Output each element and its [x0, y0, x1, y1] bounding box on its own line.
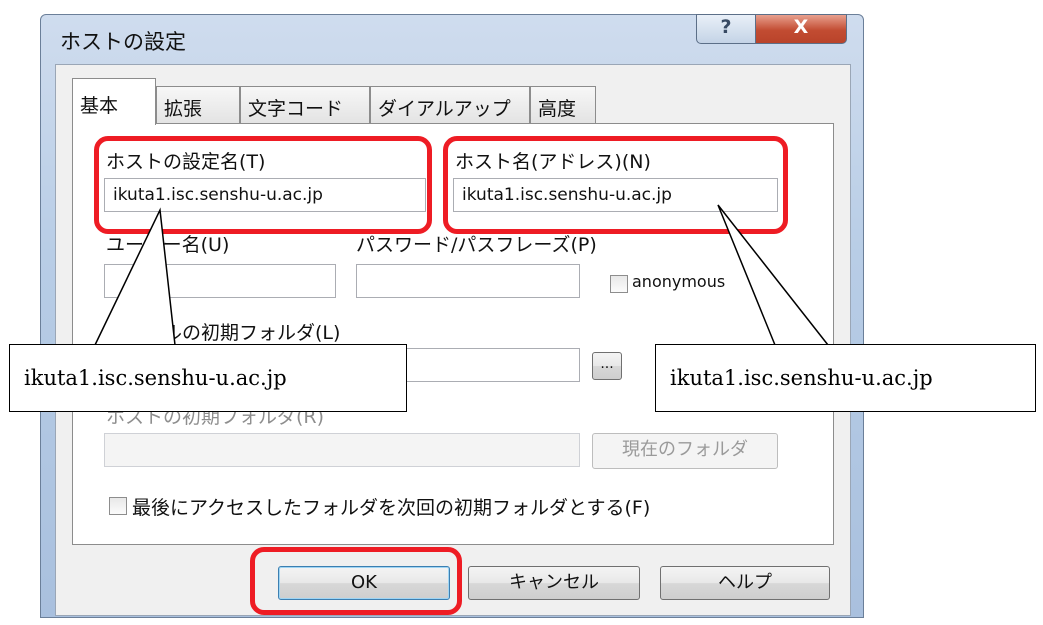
- left-callout: ikuta1.isc.senshu-u.ac.jp: [9, 344, 407, 412]
- callout-pointer-lines: [94, 204, 829, 346]
- left-callout-pointer: [94, 207, 176, 346]
- right-callout-pointer: [717, 204, 829, 346]
- right-callout: ikuta1.isc.senshu-u.ac.jp: [655, 344, 1036, 412]
